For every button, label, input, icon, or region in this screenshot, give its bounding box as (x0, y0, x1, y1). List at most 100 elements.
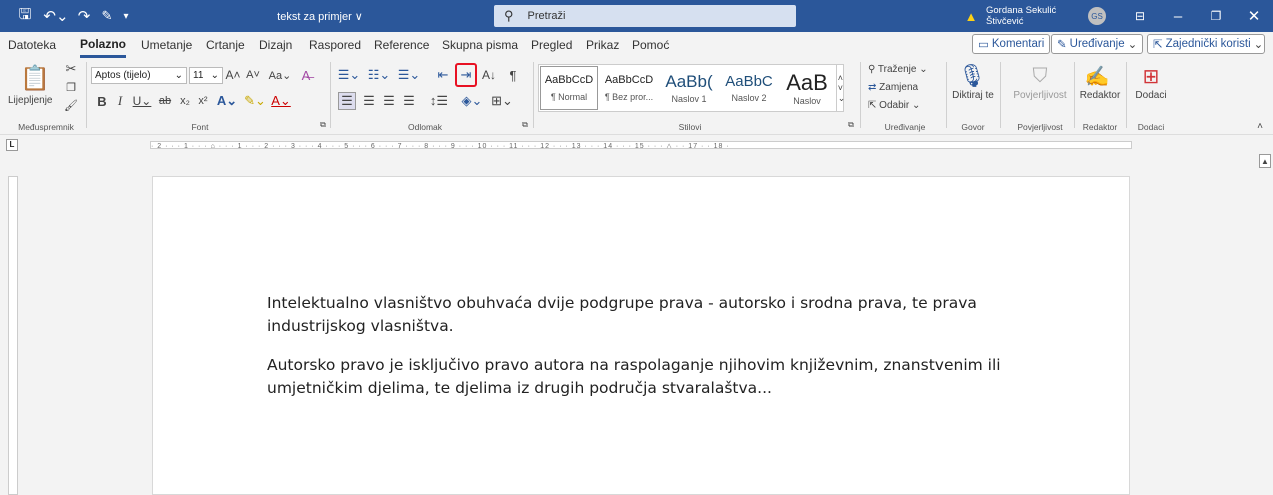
text-effects-icon[interactable]: A⌄ (216, 92, 238, 110)
title-bar: 🖫 ↶⌄ ↷ ✎ ▾ tekst za primjer ∨ ⚲ Pretraži… (0, 0, 1273, 32)
highlight-icon[interactable]: ✎⌄ (244, 92, 266, 110)
editing-mode-button[interactable]: ✎ Uređivanje ⌄ (1051, 34, 1144, 54)
tab-raspored[interactable]: Raspored (309, 32, 361, 58)
customize-qat-icon[interactable]: ▾ (120, 0, 132, 32)
styles-dialog-launcher-icon[interactable]: ⧉ (846, 120, 856, 130)
addins-icon[interactable]: ⊞ (1140, 62, 1162, 90)
paste-icon[interactable]: 📋 (20, 62, 50, 94)
tab-datoteka[interactable]: Datoteka (8, 32, 56, 58)
styles-scroll-icon[interactable]: ˄ ˅ ⌄ (836, 64, 846, 112)
tab-polazno[interactable]: Polazno (80, 32, 127, 58)
cut-icon[interactable]: ✂ (64, 61, 78, 76)
divider (86, 62, 87, 128)
style-preview: AaBbC (725, 73, 773, 90)
divider (860, 62, 861, 128)
font-size-input[interactable]: 11 ⌄ (189, 67, 223, 84)
vertical-ruler[interactable] (8, 176, 18, 495)
undo-icon[interactable]: ↶⌄ (42, 0, 70, 32)
style-normal[interactable]: AaBbCcD ¶ Normal (540, 66, 598, 110)
tab-pregled[interactable]: Pregled (531, 32, 572, 58)
borders-icon[interactable]: ⊞⌄ (488, 92, 516, 110)
cursor-icon: ⇱ (868, 100, 880, 111)
copy-icon[interactable]: ❐ (64, 80, 78, 94)
share-button[interactable]: ⇱ Zajednički koristi ⌄ (1147, 34, 1265, 54)
bold-icon[interactable]: B (96, 92, 108, 110)
font-color-icon[interactable]: A⌄ (270, 92, 292, 110)
sensitivity-icon[interactable]: ⛉ (1030, 62, 1050, 90)
vertical-scrollbar[interactable] (1257, 154, 1273, 495)
user-name[interactable]: Gordana Sekulić Štivčević (986, 0, 1086, 32)
shading-icon[interactable]: ◈⌄ (460, 92, 484, 110)
paragraph-1[interactable]: Intelektualno vlasništvo obuhvaća dvije … (267, 292, 1007, 338)
tab-prikaz[interactable]: Prikaz (586, 32, 619, 58)
paragraph-dialog-launcher-icon[interactable]: ⧉ (520, 120, 530, 130)
scroll-up-icon[interactable]: ▲ (1259, 154, 1271, 168)
editor-icon[interactable]: ✍ (1085, 62, 1110, 90)
strikethrough-icon[interactable]: ab (156, 92, 174, 110)
document-title[interactable]: tekst za primjer ∨ (260, 0, 380, 32)
warning-icon[interactable]: ▲ (963, 0, 979, 32)
paste-label[interactable]: Lijepljenje (8, 95, 52, 106)
comments-button[interactable]: ▭ Komentari (972, 34, 1051, 54)
style-name: Naslov 1 (671, 94, 707, 104)
align-right-icon[interactable]: ☰ (380, 92, 398, 110)
align-left-icon[interactable]: ☰ (338, 92, 356, 110)
style-title[interactable]: AaB Naslov (780, 66, 834, 110)
tab-pomoc[interactable]: Pomoć (632, 32, 669, 58)
multilevel-list-icon[interactable]: ☰⌄ (396, 66, 422, 84)
numbering-icon[interactable]: ☷⌄ (366, 66, 392, 84)
sort-icon[interactable]: A↓ (480, 66, 498, 84)
tab-dizajn[interactable]: Dizajn (259, 32, 292, 58)
clear-formatting-icon[interactable]: A̶ (298, 66, 314, 84)
grow-font-icon[interactable]: A˄ (226, 66, 241, 84)
style-heading-2[interactable]: AaBbC Naslov 2 (720, 66, 778, 110)
tab-selector[interactable]: L (6, 139, 18, 151)
justify-icon[interactable]: ☰ (400, 92, 418, 110)
format-painter-icon[interactable]: 🖌 (64, 98, 78, 112)
microphone-icon[interactable]: 🎙 (958, 62, 986, 90)
tab-skupna-pisma[interactable]: Skupna pisma (442, 32, 518, 58)
redo-icon[interactable]: ↷ (74, 0, 94, 32)
paragraph-2[interactable]: Autorsko pravo je isključivo pravo autor… (267, 354, 1007, 400)
line-spacing-icon[interactable]: ↕☰ (426, 92, 452, 110)
align-center-icon[interactable]: ☰ (360, 92, 378, 110)
superscript-icon[interactable]: x² (196, 92, 210, 110)
sensitivity-label[interactable]: Povjerljivost (1008, 90, 1072, 101)
style-heading-1[interactable]: AaBb(Naslov 1 (660, 66, 718, 110)
bullets-icon[interactable]: ☰⌄ (336, 66, 362, 84)
find-button[interactable]: ⚲ Traženje ⌄ (868, 64, 928, 75)
dictate-label[interactable]: Diktiraj te (952, 90, 994, 101)
save-icon[interactable]: 🖫 (16, 0, 34, 32)
search-box[interactable]: ⚲ Pretraži (494, 5, 796, 27)
collapse-ribbon-icon[interactable]: ˄ (1254, 120, 1266, 132)
divider (1126, 62, 1127, 128)
show-marks-icon[interactable]: ¶ (504, 66, 522, 84)
increase-indent-icon[interactable]: ⇥ (455, 63, 477, 87)
tab-umetanje[interactable]: Umetanje (141, 32, 192, 58)
style-name: ¶ Normal (550, 92, 588, 102)
style-name: Naslov 2 (731, 93, 767, 103)
change-case-icon[interactable]: Aa⌄ (268, 66, 292, 84)
font-name-input[interactable]: Aptos (tijelo) ⌄ (91, 67, 187, 84)
select-button[interactable]: ⇱ Odabir ⌄ (868, 100, 920, 111)
avatar[interactable]: GS (1088, 7, 1106, 25)
shrink-font-icon[interactable]: A˅ (246, 66, 260, 84)
font-dialog-launcher-icon[interactable]: ⧉ (318, 120, 328, 130)
style-name: ¶ Bez pror... (604, 92, 654, 102)
style-no-spacing[interactable]: AaBbCcD ¶ Bez pror... (600, 66, 658, 110)
restore-icon[interactable]: ❐ (1206, 0, 1226, 32)
italic-icon[interactable]: I (114, 92, 126, 110)
editor-label[interactable]: Redaktor (1076, 90, 1124, 101)
ribbon-display-icon[interactable]: ⊟ (1130, 0, 1150, 32)
addins-label[interactable]: Dodaci (1130, 90, 1172, 101)
underline-icon[interactable]: U⌄ (132, 92, 152, 110)
decrease-indent-icon[interactable]: ⇤ (434, 66, 452, 84)
close-icon[interactable]: ✕ (1244, 0, 1264, 32)
horizontal-ruler[interactable]: · 2 · · · 1 · · · ⌂ · · · 1 · · · 2 · · … (150, 141, 1132, 149)
replace-button[interactable]: ⇄ Zamjena (868, 82, 918, 93)
tab-crtanje[interactable]: Crtanje (206, 32, 245, 58)
subscript-icon[interactable]: x₂ (178, 92, 192, 110)
minimize-icon[interactable]: – (1168, 0, 1188, 32)
tab-reference[interactable]: Reference (374, 32, 429, 58)
format-painter-qat-icon[interactable]: ✎ (98, 0, 116, 32)
